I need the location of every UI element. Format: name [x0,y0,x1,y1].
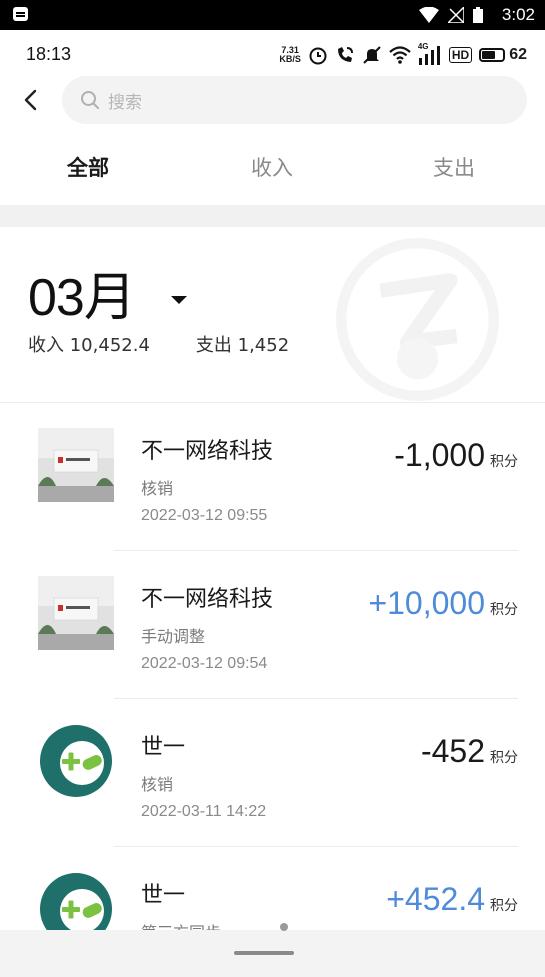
expense-total: 支出 1,452 [196,331,289,357]
amount-unit: 积分 [490,602,518,618]
caret-down-icon[interactable] [171,296,187,304]
cell-signal: 4G [418,42,442,65]
income-total: 收入 10,452.4 [28,331,150,357]
call-sync-icon [337,47,353,62]
merchant-photo [38,576,114,650]
hd-voice-badge: HD [448,47,473,63]
filter-tabs: 全部 收入 支出 [0,140,545,200]
merchant-photo [38,428,114,502]
transaction-list: 不一网络科技 核销 2022-03-12 09:55 -1,000 积分 不一网… [0,403,545,977]
month-picker[interactable]: 03月 [28,255,136,330]
transaction-date: 2022-03-12 09:55 [141,507,268,524]
amount-value: +452.4 [386,881,485,917]
chevron-left-icon [24,89,37,111]
transaction-date: 2022-03-11 14:22 [141,803,267,820]
system-status-bar: 3:02 [0,0,545,30]
amount-unit: 积分 [490,750,518,766]
search-input[interactable]: 搜索 [62,76,527,124]
watermark-logo [336,238,499,401]
merchant-logo [40,725,112,797]
alarm-icon [309,47,327,65]
battery-level: 62 [509,46,527,63]
page-header: 搜索 [0,76,545,124]
merchant-name: 不一网络科技 [141,587,274,612]
transaction-date: 2022-03-12 09:54 [141,655,268,672]
amount: +452.4 积分 [386,881,518,918]
month-summary: 03月 收入 10,452.4 支出 1,452 [0,227,545,402]
system-clock: 3:02 [501,5,535,24]
tab-expense[interactable]: 支出 [404,152,504,182]
income-value: 10,452.4 [69,335,150,356]
amount-unit: 积分 [490,898,518,914]
amount-value: -1,000 [394,437,485,473]
back-button[interactable] [18,86,46,114]
phone-status-bar: 18:13 7.31 KB/S 4G HD 62 [0,30,545,82]
list-item[interactable]: 世一 核销 2022-03-11 14:22 -452 积分 [0,699,545,847]
amount: -452 积分 [421,733,518,770]
home-handle[interactable] [234,951,294,955]
signal-bars-icon [418,46,440,65]
merchant-name: 世一 [141,883,186,908]
status-icons: 7.31 KB/S 4G HD 62 [279,42,527,67]
list-item[interactable]: 不一网络科技 手动调整 2022-03-12 09:54 +10,000 积分 [0,551,545,699]
search-placeholder: 搜索 [108,92,142,113]
tab-all[interactable]: 全部 [38,152,138,182]
merchant-name: 世一 [141,735,186,760]
amount-value: +10,000 [368,585,485,621]
amount-unit: 积分 [490,454,518,470]
amount: -1,000 积分 [394,437,518,474]
tab-income[interactable]: 收入 [222,152,322,182]
list-item[interactable]: 不一网络科技 核销 2022-03-12 09:55 -1,000 积分 [0,403,545,551]
battery-indicator: 62 [479,46,527,64]
mute-icon [363,46,381,64]
no-signal-icon [448,7,464,23]
amount-value: -452 [420,733,485,769]
expense-value: 1,452 [237,335,290,356]
battery-icon [479,48,506,62]
wifi-icon [419,7,439,23]
income-label: 收入 [28,335,64,356]
scroll-indicator [280,923,288,931]
transaction-type: 核销 [141,775,174,794]
app-notification-icon [13,7,28,21]
network-speed: 7.31 KB/S [279,46,301,64]
section-divider [0,205,545,227]
expense-label: 支出 [195,335,232,356]
month-totals: 收入 10,452.4 支出 1,452 [28,331,289,357]
network-speed-unit: KB/S [279,54,301,64]
transaction-type: 核销 [141,479,174,498]
status-time: 18:13 [26,44,72,64]
merchant-name: 不一网络科技 [141,439,274,464]
transaction-type: 手动调整 [141,627,206,646]
system-icons [419,6,483,24]
wifi-icon [389,46,411,64]
search-icon [81,91,99,109]
battery-icon [473,7,483,23]
gesture-nav-bar [0,923,545,977]
amount: +10,000 积分 [368,585,518,622]
